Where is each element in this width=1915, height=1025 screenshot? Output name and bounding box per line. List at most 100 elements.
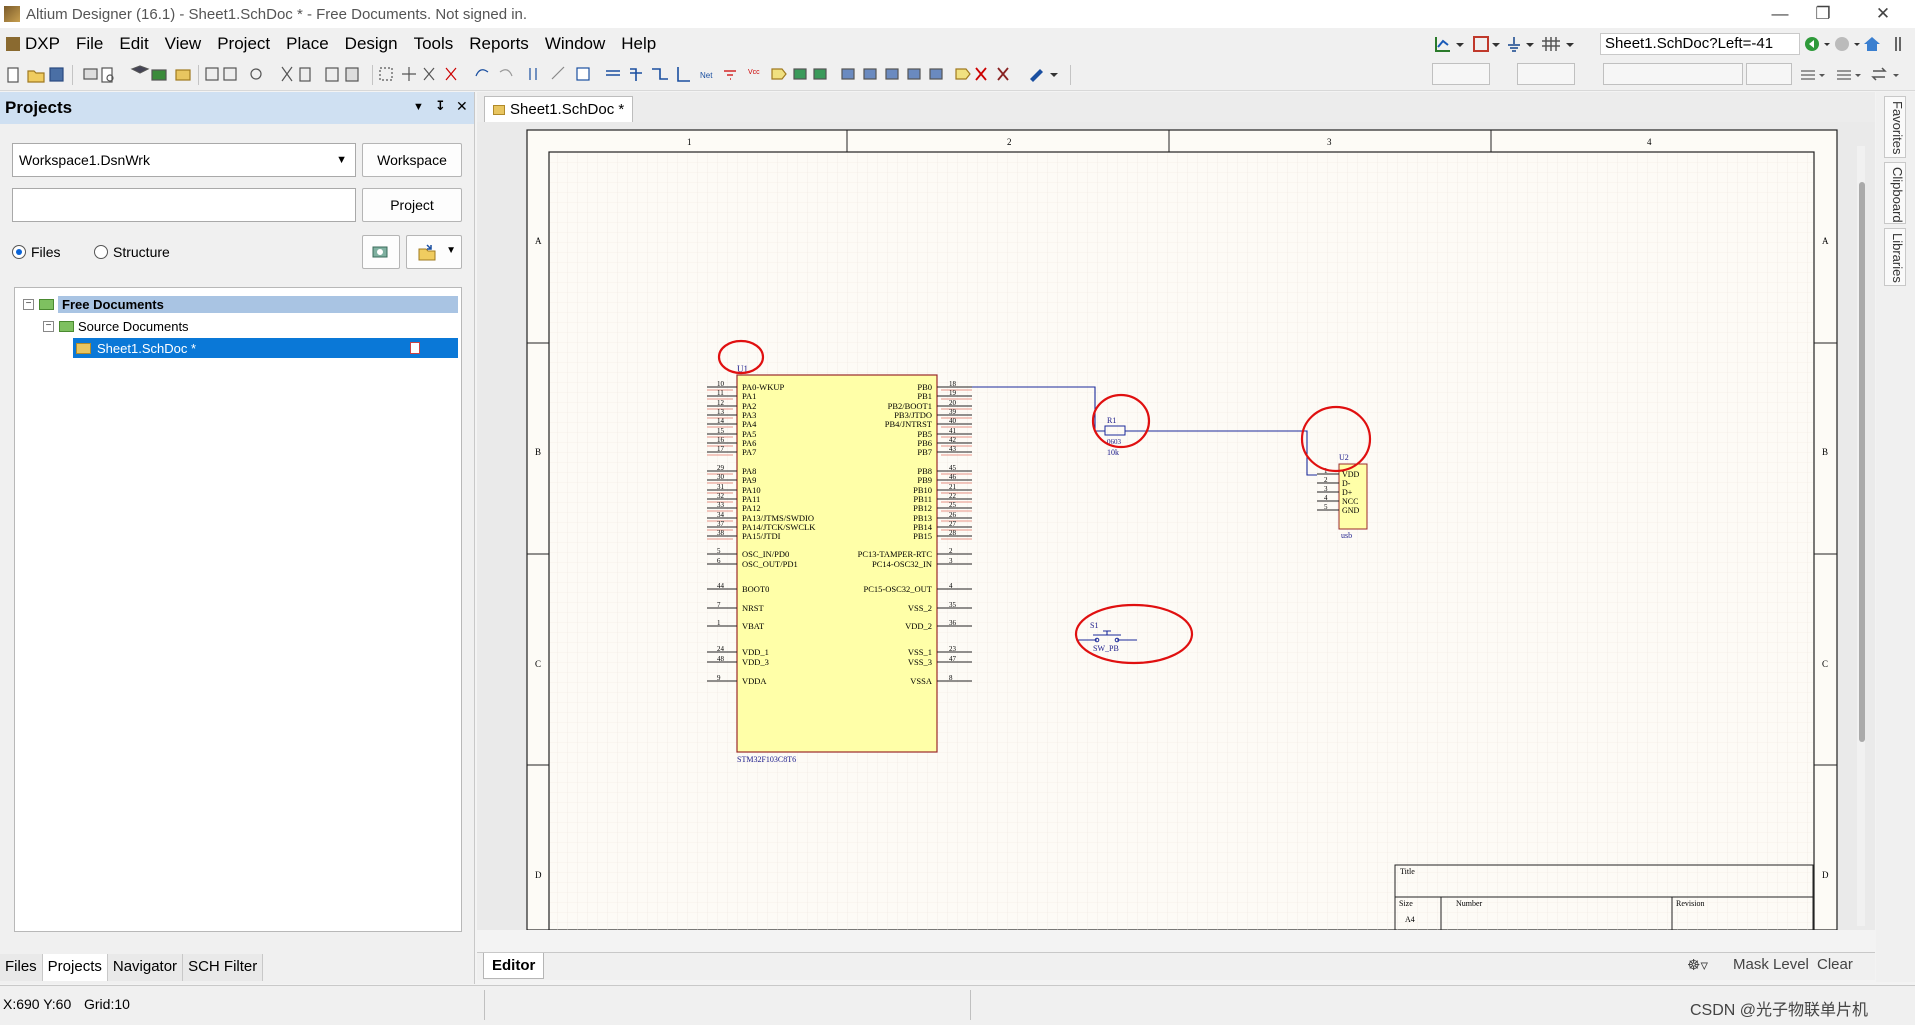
- svg-text:Vcc: Vcc: [748, 69, 760, 76]
- size-label: Size: [1399, 899, 1413, 908]
- collapse-icon[interactable]: −: [43, 320, 54, 332]
- tab-sheet1[interactable]: Sheet1.SchDoc *: [484, 96, 634, 122]
- tab-sch-filter[interactable]: SCH Filter: [183, 954, 264, 981]
- tab-favorites[interactable]: Favorites: [1884, 96, 1906, 158]
- zone-col-3: 3: [1327, 137, 1332, 147]
- r1-designator: R1: [1107, 416, 1116, 425]
- toolbar-separator: [72, 65, 73, 85]
- u2-pin-name: GND: [1342, 506, 1360, 515]
- schdoc-icon: [493, 104, 505, 115]
- address-field[interactable]: Sheet1.SchDoc?Left=-41: [1600, 32, 1800, 55]
- collapse-icon[interactable]: −: [23, 298, 34, 310]
- modified-doc-icon: [410, 342, 420, 354]
- menu-design[interactable]: Design: [337, 34, 406, 54]
- menu-reports[interactable]: Reports: [461, 34, 537, 54]
- u1-right-pin-number: 4: [949, 582, 953, 590]
- u1-left-pin-name: PA15/JTDI: [742, 531, 781, 541]
- s1-part-name: SW_PB: [1093, 644, 1119, 653]
- menu-tools[interactable]: Tools: [406, 34, 462, 54]
- u2-pin-name: D+: [1342, 488, 1353, 497]
- menu-place[interactable]: Place: [278, 34, 337, 54]
- toolbar-combo-3[interactable]: [1603, 63, 1743, 85]
- project-select[interactable]: [12, 188, 356, 222]
- window-title: Altium Designer (16.1) - Sheet1.SchDoc *…: [26, 5, 528, 23]
- u1-right-pin-number: 19: [949, 389, 957, 397]
- radio-files[interactable]: Files: [12, 244, 61, 260]
- u2-pin-name: VDD: [1342, 470, 1360, 479]
- editor-bar: Editor ☸▿ Mask Level Clear: [477, 952, 1875, 980]
- schematic-canvas[interactable]: 1 2 3 4 A B C D A B C D Title Size A4 Nu…: [477, 122, 1875, 930]
- tab-projects[interactable]: Projects: [42, 954, 108, 981]
- schdoc-icon: [76, 342, 91, 354]
- alignment-icons[interactable]: [1795, 59, 1915, 91]
- menu-view[interactable]: View: [157, 34, 210, 54]
- tree-item-free-documents[interactable]: − Free Documents: [23, 294, 458, 314]
- workspace-select[interactable]: Workspace1.DsnWrk ▼: [12, 143, 356, 177]
- minimize-icon[interactable]: —: [1757, 0, 1803, 28]
- export-dropdown-button[interactable]: ▼: [406, 235, 462, 269]
- menu-help[interactable]: Help: [613, 34, 664, 54]
- close-icon[interactable]: ✕: [1860, 0, 1906, 28]
- menu-window[interactable]: Window: [537, 34, 613, 54]
- u1-right-pin-number: 18: [949, 380, 957, 388]
- u1-left-pin-number: 9: [717, 674, 721, 682]
- vertical-scrollbar[interactable]: [1859, 182, 1865, 742]
- u1-left-pin-name: PA9: [742, 475, 756, 485]
- menu-edit[interactable]: Edit: [111, 34, 156, 54]
- u1-right-pin-number: 25: [949, 501, 957, 509]
- u1-right-pin-name: VSSA: [910, 676, 933, 686]
- workspace-button[interactable]: Workspace: [362, 143, 462, 177]
- tab-files[interactable]: Files: [0, 954, 43, 981]
- u1-left-pin-name: NRST: [742, 603, 765, 613]
- schematic-drawing[interactable]: 1 2 3 4 A B C D A B C D Title Size A4 Nu…: [477, 122, 1875, 930]
- u1-left-pin-number: 33: [717, 501, 725, 509]
- u1-left-pin-name: VDDA: [742, 676, 767, 686]
- u1-left-pin-name: PA7: [742, 447, 756, 457]
- project-options-button[interactable]: [362, 235, 400, 269]
- zone-row-c: C: [535, 659, 541, 669]
- u1-right-pin-number: 40: [949, 417, 957, 425]
- tab-editor[interactable]: Editor: [483, 953, 545, 979]
- panel-menu-icon[interactable]: ▼: [413, 101, 424, 113]
- toolbar-separator: [1070, 65, 1071, 85]
- u1-left-pin-number: 13: [717, 408, 725, 416]
- altium-logo-icon: [4, 6, 20, 22]
- tab-libraries[interactable]: Libraries: [1884, 228, 1906, 286]
- project-button[interactable]: Project: [362, 188, 462, 222]
- watermark: CSDN @光子物联单片机: [1690, 1002, 1869, 1019]
- clear-button[interactable]: Clear: [1817, 956, 1853, 973]
- tab-clipboard[interactable]: Clipboard: [1884, 162, 1906, 224]
- restore-icon[interactable]: ❐: [1800, 0, 1846, 28]
- u1-right-pin-number: 45: [949, 464, 957, 472]
- u1-component[interactable]: PA0-WKUP PB010 18PA1 PB111 19PA2 PB2/BOOT112 2…: [707, 374, 972, 753]
- panel-tabs: Files Projects Navigator SCH Filter: [0, 954, 264, 981]
- navigation-toolbar-icons[interactable]: [1430, 33, 1600, 55]
- dxp-icon: [6, 36, 20, 51]
- radio-structure[interactable]: Structure: [94, 244, 170, 260]
- toolbar-combo-1[interactable]: [1432, 63, 1490, 85]
- chevron-down-icon: ▼: [336, 154, 347, 166]
- pin-icon[interactable]: ↧: [435, 98, 446, 114]
- tree-item-source-documents[interactable]: − Source Documents: [43, 316, 189, 336]
- browser-nav-icons[interactable]: [1800, 33, 1915, 55]
- panel-close-icon[interactable]: ✕: [456, 98, 468, 115]
- status-bar: X:690 Y:60 Grid:10 CSDN @光子物联单片机: [0, 985, 1915, 1025]
- settings-stack-icon: [372, 246, 388, 258]
- menu-project[interactable]: Project: [209, 34, 278, 54]
- u1-right-pin-number: 23: [949, 645, 957, 653]
- projects-panel-header: Projects ▼ ↧ ✕: [0, 92, 474, 124]
- u1-right-pin-number: 3: [949, 557, 953, 565]
- tree-item-sheet1[interactable]: Sheet1.SchDoc *: [73, 338, 458, 358]
- cursor-coordinates: X:690 Y:60: [3, 996, 72, 1012]
- toolbar-separator: [372, 65, 373, 85]
- toolbar-combo-2[interactable]: [1517, 63, 1575, 85]
- tab-navigator[interactable]: Navigator: [107, 954, 184, 981]
- filter-options-icon[interactable]: ☸▿: [1687, 956, 1708, 974]
- menu-file[interactable]: File: [68, 34, 111, 54]
- folder-icon: [39, 298, 54, 310]
- u1-left-pin-number: 1: [717, 619, 721, 627]
- menu-dxp[interactable]: DXP: [0, 34, 68, 54]
- u1-right-pin-name: VDD_2: [905, 621, 932, 631]
- mask-level-button[interactable]: Mask Level: [1733, 956, 1809, 973]
- toolbar-combo-4[interactable]: [1746, 63, 1792, 85]
